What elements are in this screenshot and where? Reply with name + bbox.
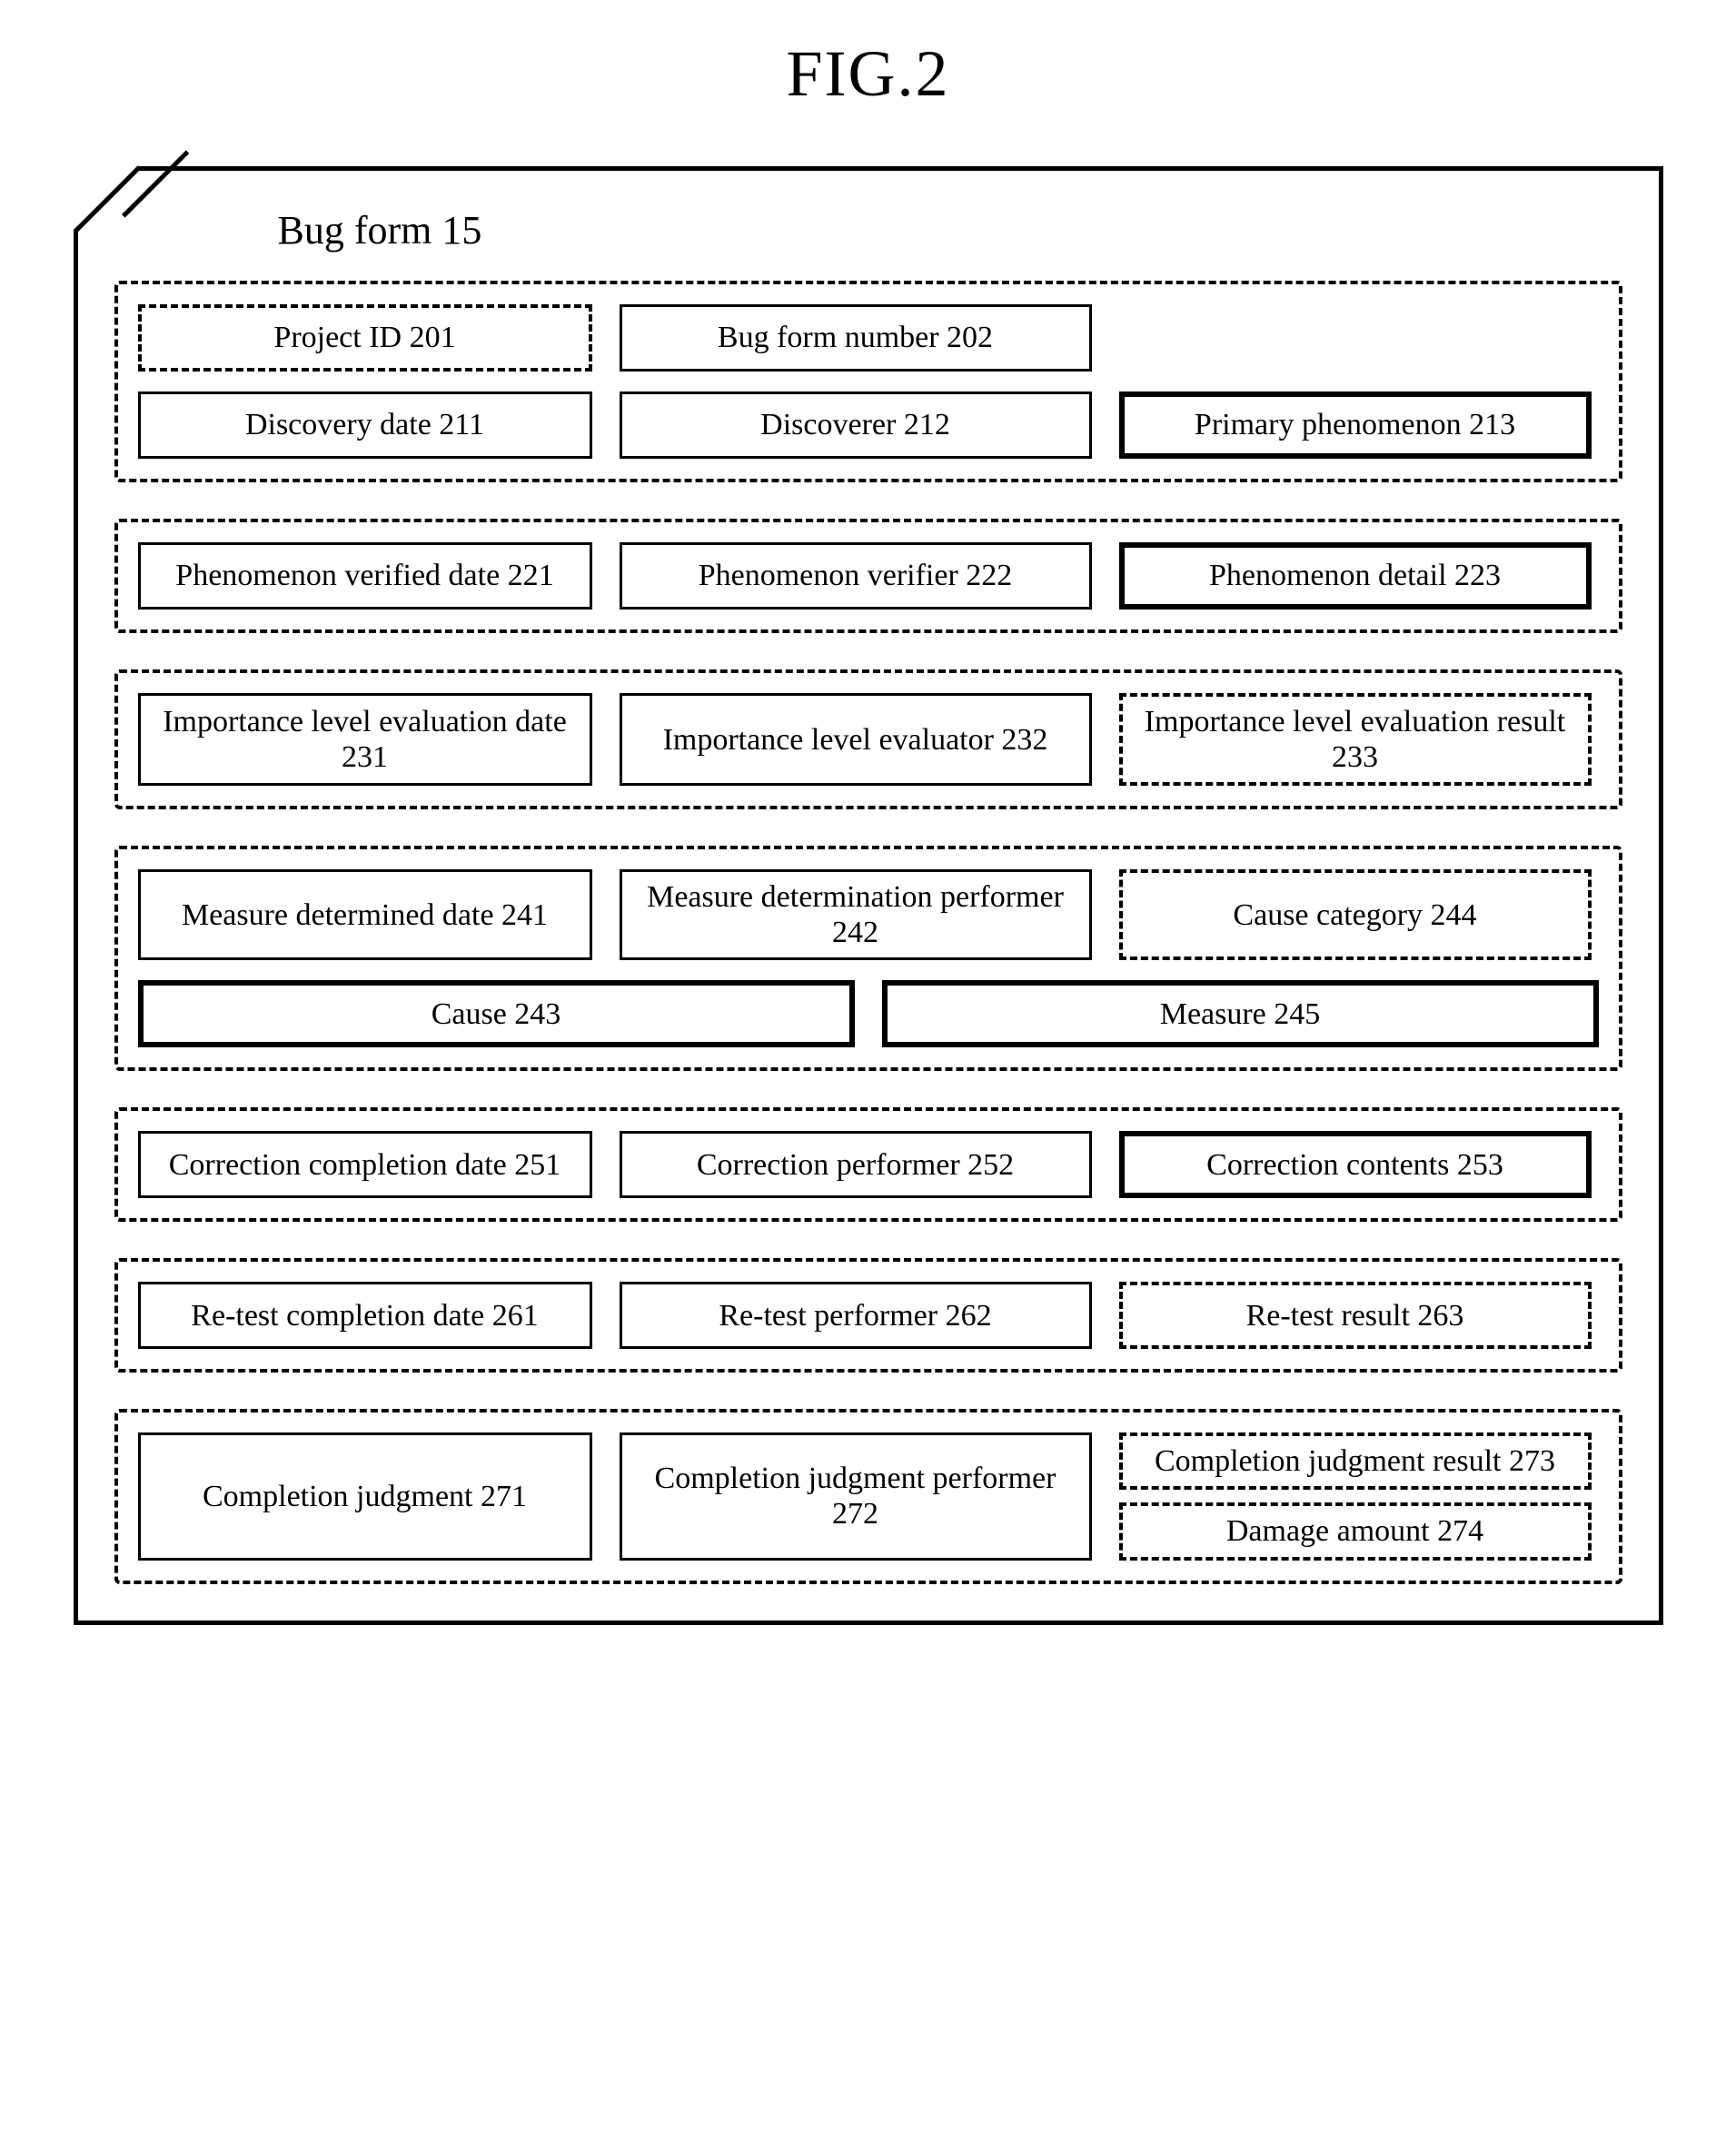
field-phenomenon-detail: Phenomenon detail 223 <box>1119 542 1592 610</box>
bug-form-document: Bug form 15 Project ID 201 Bug form numb… <box>74 166 1663 1625</box>
field-cause-category: Cause category 244 <box>1119 869 1592 960</box>
field-discovery-date: Discovery date 211 <box>138 392 592 459</box>
field-measure-determination-performer: Measure determination performer 242 <box>620 869 1092 960</box>
field-correction-completion-date: Correction completion date 251 <box>138 1131 592 1198</box>
field-completion-judgment: Completion judgment 271 <box>138 1432 592 1560</box>
field-damage-amount: Damage amount 274 <box>1119 1502 1592 1560</box>
field-retest-result: Re-test result 263 <box>1119 1282 1592 1349</box>
field-correction-performer: Correction performer 252 <box>620 1131 1092 1198</box>
group-importance: Importance level evaluation date 231 Imp… <box>114 669 1622 809</box>
document-title: Bug form 15 <box>278 207 1622 253</box>
folded-corner-icon <box>78 171 151 243</box>
field-phenomenon-verifier: Phenomenon verifier 222 <box>620 542 1092 610</box>
field-correction-contents: Correction contents 253 <box>1119 1131 1592 1198</box>
field-measure: Measure 245 <box>882 980 1599 1047</box>
field-importance-eval-result: Importance level evaluation result 233 <box>1119 693 1592 786</box>
field-importance-evaluator: Importance level evaluator 232 <box>620 693 1092 786</box>
figure-title: FIG.2 <box>36 36 1700 112</box>
field-phenomenon-verified-date: Phenomenon verified date 221 <box>138 542 592 610</box>
group-correction: Correction completion date 251 Correctio… <box>114 1107 1622 1222</box>
field-primary-phenomenon: Primary phenomenon 213 <box>1119 392 1592 459</box>
field-cause: Cause 243 <box>138 980 855 1047</box>
field-bug-form-number: Bug form number 202 <box>620 304 1092 372</box>
field-retest-completion-date: Re-test completion date 261 <box>138 1282 592 1349</box>
group-measure: Measure determined date 241 Measure dete… <box>114 846 1622 1071</box>
field-retest-performer: Re-test performer 262 <box>620 1282 1092 1349</box>
group-retest: Re-test completion date 261 Re-test perf… <box>114 1258 1622 1373</box>
field-completion-judgment-performer: Completion judgment performer 272 <box>620 1432 1092 1560</box>
field-measure-determined-date: Measure determined date 241 <box>138 869 592 960</box>
group-completion: Completion judgment 271 Completion judgm… <box>114 1409 1622 1583</box>
field-discoverer: Discoverer 212 <box>620 392 1092 459</box>
group-discovery: Project ID 201 Bug form number 202 Disco… <box>114 281 1622 482</box>
field-project-id: Project ID 201 <box>138 304 592 372</box>
group-phenomenon: Phenomenon verified date 221 Phenomenon … <box>114 519 1622 633</box>
field-completion-judgment-result: Completion judgment result 273 <box>1119 1432 1592 1490</box>
field-importance-eval-date: Importance level evaluation date 231 <box>138 693 592 786</box>
